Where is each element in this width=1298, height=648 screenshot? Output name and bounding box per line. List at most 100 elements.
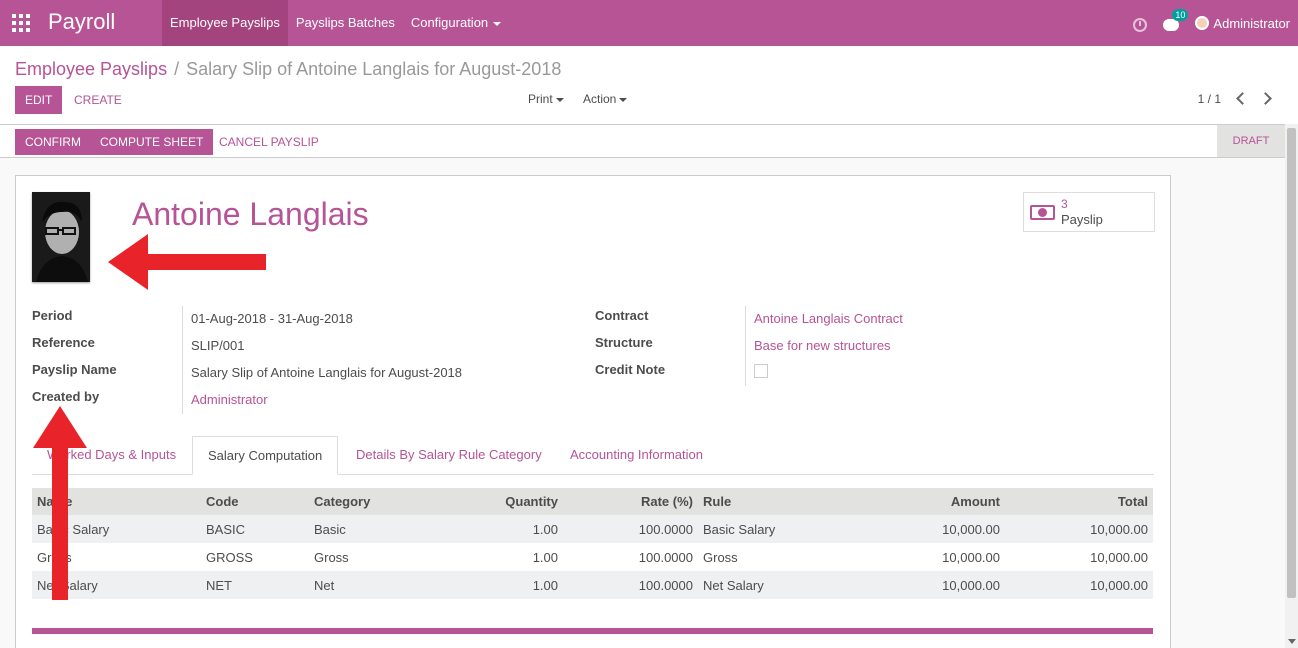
main-menu: Employee Payslips Payslips Batches Confi… bbox=[162, 0, 509, 46]
breadcrumb-separator: / bbox=[174, 59, 180, 79]
structure-label: Structure bbox=[595, 335, 653, 350]
chevron-down-icon bbox=[555, 97, 564, 102]
contract-link[interactable]: Antoine Langlais Contract bbox=[754, 311, 903, 326]
tab-salary-computation[interactable]: Salary Computation bbox=[192, 436, 339, 475]
tab-worked-days-inputs[interactable]: Worked Days & Inputs bbox=[32, 436, 191, 475]
chevron-down-icon bbox=[493, 21, 502, 26]
chevron-down-icon bbox=[619, 97, 628, 102]
table-cell: 1.00 bbox=[532, 549, 558, 565]
chat-icon[interactable]: 10 bbox=[1163, 9, 1189, 31]
table-cell: BASIC bbox=[201, 515, 309, 543]
column-header-code[interactable]: Code bbox=[201, 488, 309, 515]
payslip-name-value: Salary Slip of Antoine Langlais for Augu… bbox=[191, 365, 463, 380]
edit-button[interactable]: Edit bbox=[15, 86, 63, 114]
pager-value[interactable]: 1 / 1 bbox=[1198, 92, 1221, 106]
reference-label: Reference bbox=[32, 335, 95, 350]
credit-note-checkbox[interactable] bbox=[754, 364, 768, 378]
top-navbar: Payroll Employee Payslips Payslips Batch… bbox=[0, 0, 1298, 46]
contract-label: Contract bbox=[595, 308, 649, 323]
table-row[interactable]: Gross GROSS Gross 1.00 100.0000 Gross 10… bbox=[32, 543, 1153, 571]
scroll-down-icon[interactable] bbox=[1288, 639, 1296, 644]
chat-count-badge: 10 bbox=[1172, 9, 1189, 21]
menu-configuration-label: Configuration bbox=[410, 15, 489, 30]
created-by-label: Created by bbox=[32, 389, 100, 404]
employee-photo[interactable] bbox=[32, 192, 90, 282]
menu-employee-payslips[interactable]: Employee Payslips bbox=[162, 0, 288, 46]
app-brand[interactable]: Payroll bbox=[48, 9, 115, 35]
table-cell: 10,000.00 bbox=[1005, 571, 1153, 599]
column-header-quantity[interactable]: Quantity bbox=[429, 488, 563, 515]
table-footer-bar bbox=[32, 628, 1153, 634]
table-cell: 1.00 bbox=[429, 571, 563, 599]
employee-portrait-image bbox=[32, 192, 90, 282]
table-cell: Net Salary bbox=[698, 571, 818, 599]
table-cell: 100.0000 bbox=[563, 571, 698, 599]
money-icon bbox=[1030, 205, 1055, 220]
action-dropdown[interactable]: Action bbox=[583, 92, 628, 106]
column-header-total[interactable]: Total bbox=[1005, 488, 1153, 515]
confirm-button[interactable]: Confirm bbox=[15, 129, 91, 155]
create-button[interactable]: Create bbox=[64, 87, 132, 113]
table-cell: Basic Salary bbox=[698, 515, 818, 543]
table-cell: Net bbox=[309, 571, 429, 599]
status-draft[interactable]: Draft bbox=[1217, 125, 1285, 157]
payslip-count: 3 bbox=[1061, 197, 1068, 211]
apps-menu-icon[interactable] bbox=[12, 14, 30, 32]
systray: 10 Administrator bbox=[1133, 0, 1290, 46]
table-cell: NET bbox=[201, 571, 309, 599]
pager-previous-icon[interactable] bbox=[1236, 92, 1249, 105]
breadcrumb-current: Salary Slip of Antoine Langlais for Augu… bbox=[186, 59, 562, 79]
salary-computation-table: Name Code Category Quantity Rate (%) Rul… bbox=[32, 488, 1153, 599]
breadcrumb: Employee Payslips / Salary Slip of Antoine… bbox=[15, 59, 561, 80]
field-divider bbox=[745, 306, 746, 386]
table-cell: 10,000.00 bbox=[1005, 515, 1153, 543]
print-dropdown[interactable]: Print bbox=[528, 92, 564, 106]
table-cell: 10,000.00 bbox=[942, 549, 1000, 565]
menu-configuration[interactable]: Configuration bbox=[403, 0, 509, 46]
payslip-smart-button[interactable]: 3 Payslip bbox=[1023, 192, 1155, 232]
payslip-count-label: Payslip bbox=[1061, 212, 1103, 227]
user-menu[interactable]: Administrator bbox=[1213, 16, 1290, 31]
table-cell: Net Salary bbox=[32, 571, 201, 599]
column-header-rate[interactable]: Rate (%) bbox=[563, 488, 698, 515]
cancel-payslip-button[interactable]: Cancel Payslip bbox=[209, 129, 329, 155]
menu-payslips-batches[interactable]: Payslips Batches bbox=[288, 0, 403, 46]
field-divider bbox=[182, 306, 183, 414]
created-by-link[interactable]: Administrator bbox=[191, 392, 268, 407]
employee-name: Antoine Langlais bbox=[132, 196, 369, 232]
table-cell: 10,000.00 bbox=[818, 571, 1005, 599]
table-cell: GROSS bbox=[206, 549, 253, 565]
activity-clock-icon[interactable] bbox=[1133, 18, 1148, 32]
reference-value: SLIP/001 bbox=[191, 338, 245, 353]
table-cell: Basic Salary bbox=[32, 515, 201, 543]
tab-accounting-information[interactable]: Accounting Information bbox=[555, 436, 718, 475]
period-label: Period bbox=[32, 308, 73, 323]
pager-next-icon[interactable] bbox=[1259, 92, 1272, 105]
table-cell: Gross bbox=[703, 549, 738, 565]
payslip-name-label: Payslip Name bbox=[32, 362, 117, 377]
period-value: 01-Aug-2018 - 31-Aug-2018 bbox=[191, 311, 353, 326]
table-cell: 1.00 bbox=[429, 515, 563, 543]
column-header-amount[interactable]: Amount bbox=[818, 488, 1005, 515]
table-header-row: Name Code Category Quantity Rate (%) Rul… bbox=[32, 488, 1153, 515]
compute-sheet-button[interactable]: Compute Sheet bbox=[90, 129, 214, 155]
table-cell: Gross bbox=[37, 549, 72, 565]
breadcrumb-parent-link[interactable]: Employee Payslips bbox=[15, 59, 167, 79]
credit-note-label: Credit Note bbox=[595, 362, 666, 377]
print-label: Print bbox=[528, 92, 553, 106]
tab-details-by-salary-rule-category[interactable]: Details By Salary Rule Category bbox=[341, 436, 557, 475]
column-header-category[interactable]: Category bbox=[309, 488, 429, 515]
table-row[interactable]: Basic Salary BASIC Basic 1.00 100.0000 B… bbox=[32, 515, 1153, 543]
column-header-name[interactable]: Name bbox=[32, 488, 201, 515]
column-header-rule[interactable]: Rule bbox=[698, 488, 818, 515]
scrollbar-thumb[interactable] bbox=[1287, 128, 1296, 598]
user-avatar-icon[interactable] bbox=[1195, 16, 1210, 30]
table-cell: 10,000.00 bbox=[1090, 549, 1148, 565]
table-cell: Gross bbox=[314, 549, 349, 565]
vertical-scrollbar[interactable] bbox=[1285, 124, 1298, 648]
table-cell: 100.0000 bbox=[563, 515, 698, 543]
table-row[interactable]: Net Salary NET Net 1.00 100.0000 Net Sal… bbox=[32, 571, 1153, 599]
table-cell: 10,000.00 bbox=[818, 515, 1005, 543]
structure-link[interactable]: Base for new structures bbox=[754, 338, 891, 353]
action-label: Action bbox=[583, 92, 617, 106]
